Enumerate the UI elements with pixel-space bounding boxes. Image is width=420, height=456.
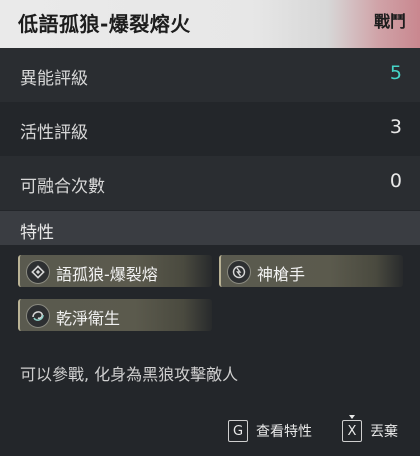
stat-value: 0 [389, 170, 402, 192]
item-description: 可以參戰, 化身為黑狼攻擊敵人 [20, 365, 239, 384]
crosshair-icon [227, 260, 251, 284]
stat-label: 異能評級 [20, 69, 88, 89]
view-traits-button[interactable]: G 查看特性 [228, 420, 312, 442]
trait-label: 乾淨衛生 [56, 309, 121, 328]
swirl-icon [26, 304, 50, 328]
view-traits-label: 查看特性 [256, 424, 312, 440]
stat-row-fusion-count: 可融合次數 0 [0, 156, 420, 210]
trait-label: 語孤狼-爆裂熔 [56, 265, 158, 284]
item-detail-panel: 低語孤狼-爆裂熔火 戰鬥 異能評級 5 活性評級 3 可融合次數 0 特性 語孤… [0, 0, 420, 456]
section-title: 特性 [20, 223, 54, 243]
trait-chip[interactable]: 神槍手 [219, 255, 403, 287]
keycap-g: G [228, 420, 248, 442]
discard-button[interactable]: X 丟棄 [342, 415, 398, 442]
diamond-icon [26, 260, 50, 284]
stat-value: 5 [389, 62, 402, 84]
category-tag: 戰鬥 [373, 12, 406, 31]
crosshair-icon-graphic [232, 265, 246, 279]
stat-row-ability-rating: 異能評級 5 [0, 48, 420, 102]
trait-label: 神槍手 [257, 265, 306, 284]
stat-value: 3 [389, 116, 402, 138]
discard-label: 丟棄 [370, 424, 398, 440]
trait-chip[interactable]: 乾淨衛生 [18, 299, 212, 331]
swirl-icon-graphic [32, 311, 44, 321]
keycap-x: X [342, 415, 362, 442]
stat-label: 活性評級 [20, 123, 88, 143]
stat-label: 可融合次數 [20, 177, 105, 197]
diamond-icon-graphic [31, 265, 45, 279]
stat-row-activity-rating: 活性評級 3 [0, 102, 420, 156]
traits-section-header: 特性 [0, 211, 420, 245]
header-bar: 低語孤狼-爆裂熔火 戰鬥 [0, 0, 420, 48]
item-title: 低語孤狼-爆裂熔火 [18, 12, 191, 36]
trait-chip[interactable]: 語孤狼-爆裂熔 [18, 255, 212, 287]
